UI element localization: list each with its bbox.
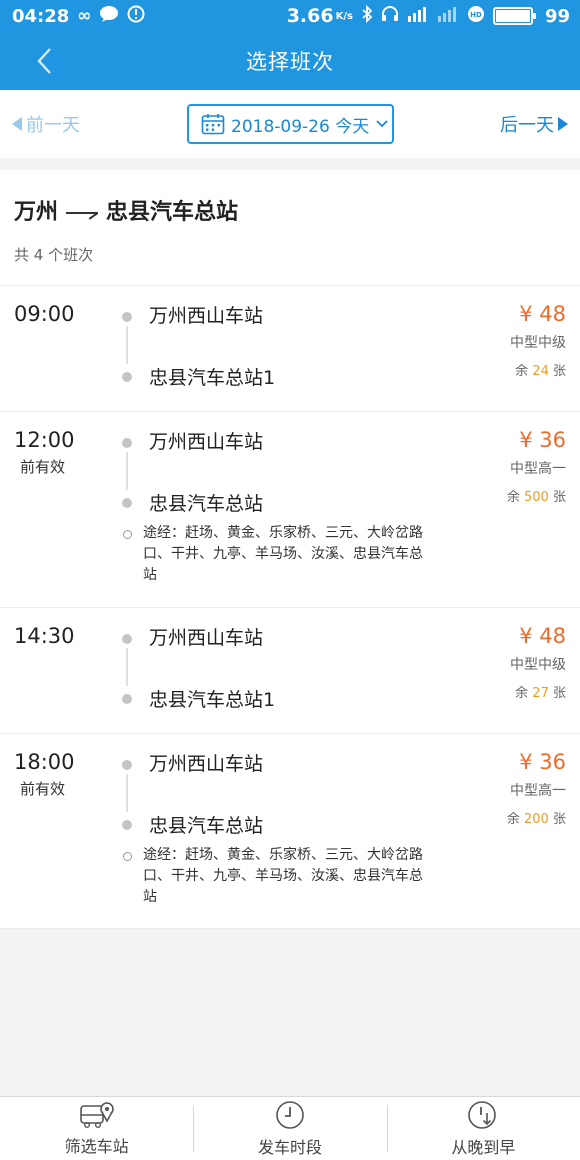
ticket-price: ¥ 36 (519, 428, 566, 452)
title-bar: 选择班次 (0, 32, 580, 90)
chat-bubble-icon (99, 5, 119, 28)
route-destination: 忠县汽车总站 (106, 200, 239, 225)
date-bar: 前一天 2018-09-26 今天 后一天 (0, 90, 580, 158)
route-line (126, 326, 128, 364)
via-dot-icon (123, 530, 132, 539)
back-button[interactable] (26, 38, 62, 84)
selected-date: 2018-09-26 今天 (231, 116, 370, 137)
signal-icon (407, 6, 429, 27)
seats-remaining: 余 500 张 (506, 490, 566, 505)
destination-station: 忠县汽车总站 (149, 815, 264, 837)
page-title: 选择班次 (246, 50, 334, 74)
seats-remaining: 余 24 张 (515, 364, 566, 379)
prev-day-button[interactable]: 前一天 (12, 111, 80, 137)
departure-period-button[interactable]: 发车时段 (193, 1097, 386, 1160)
triangle-right-icon (558, 117, 568, 131)
filter-station-label: 筛选车站 (64, 1136, 129, 1156)
signal-weak-icon (437, 6, 459, 27)
route-header: 万州 忠县汽车总站 共 4 个班次 (0, 170, 580, 286)
status-bar: 04:28 ∞ 3.66 K/s HD 99 (0, 0, 580, 32)
route-origin: 万州 (14, 200, 59, 225)
bus-type: 中型高一 (510, 783, 566, 799)
trip-item[interactable]: 18:00 前有效 万州西山车站 忠县汽车总站 ¥ 36 中型高一 余 200 … (0, 734, 580, 929)
via-dot-icon (123, 852, 132, 861)
bus-type: 中型中级 (510, 335, 566, 351)
ticket-price: ¥ 48 (519, 624, 566, 648)
departure-period-label: 发车时段 (257, 1137, 322, 1157)
ticket-price: ¥ 36 (519, 750, 566, 774)
battery-fill (495, 10, 530, 22)
network-speed: 3.66 (286, 5, 334, 27)
next-day-label: 后一天 (500, 115, 554, 136)
bluetooth-icon (361, 4, 373, 28)
sort-late-to-early-button[interactable]: 从晚到早 (386, 1097, 580, 1160)
destination-dot-icon (122, 820, 132, 830)
departure-time: 09:00 (14, 302, 75, 326)
trip-item[interactable]: 14:30 万州西山车站 忠县汽车总站1 ¥ 48 中型中级 余 27 张 (0, 608, 580, 734)
next-day-button[interactable]: 后一天 (500, 111, 568, 137)
hd-icon: HD (467, 5, 485, 28)
bus-type: 中型中级 (510, 657, 566, 673)
destination-dot-icon (122, 694, 132, 704)
origin-station: 万州西山车站 (149, 627, 264, 649)
route-line (126, 648, 128, 686)
destination-dot-icon (122, 498, 132, 508)
destination-station: 忠县汽车总站 (149, 493, 264, 515)
trip-item[interactable]: 09:00 万州西山车站 忠县汽车总站1 ¥ 48 中型中级 余 24 张 (0, 286, 580, 412)
route-line (126, 452, 128, 490)
clock-icon (276, 1100, 304, 1129)
headphones-icon (381, 5, 399, 28)
departure-time: 18:00 (14, 750, 75, 774)
trip-item[interactable]: 12:00 前有效 万州西山车站 忠县汽车总站 ¥ 36 中型高一 余 500 … (0, 412, 580, 608)
origin-station: 万州西山车站 (149, 753, 264, 775)
destination-dot-icon (122, 372, 132, 382)
sort-label: 从晚到早 (451, 1137, 516, 1157)
route-line (126, 774, 128, 812)
validity-note: 前有效 (20, 780, 66, 798)
calendar-icon (201, 114, 225, 135)
via-stops: 途经：赶场、黄金、乐家桥、三元、大岭岔路口、干井、九亭、羊马场、汝溪、忠县汽车总… (143, 847, 423, 905)
battery-icon (492, 7, 536, 25)
destination-station: 忠县汽车总站1 (149, 689, 276, 711)
trip-count: 共 4 个班次 (14, 246, 94, 264)
arrow-right-icon (66, 204, 99, 216)
origin-dot-icon (122, 312, 132, 322)
battery-level: 99 (544, 5, 570, 27)
seats-remaining: 余 27 张 (515, 686, 566, 701)
bus-filter-icon (79, 1101, 114, 1128)
top-bar: 04:28 ∞ 3.66 K/s HD 99 选择班次 (0, 0, 580, 90)
alert-icon (127, 5, 145, 28)
via-stops: 途经：赶场、黄金、乐家桥、三元、大岭岔路口、干井、九亭、羊马场、汝溪、忠县汽车总… (143, 525, 423, 583)
infinity-icon: ∞ (77, 6, 92, 26)
departure-time: 12:00 (14, 428, 75, 452)
status-time: 04:28 (12, 5, 70, 27)
origin-dot-icon (122, 760, 132, 770)
departure-time: 14:30 (14, 624, 75, 648)
origin-dot-icon (122, 438, 132, 448)
seats-remaining: 余 200 张 (506, 812, 566, 827)
origin-station: 万州西山车站 (149, 431, 264, 453)
prev-day-label: 前一天 (26, 115, 80, 136)
chevron-down-icon (376, 120, 388, 128)
network-speed-unit: K/s (335, 10, 353, 22)
route-title: 万州 忠县汽车总站 (14, 194, 566, 226)
destination-station: 忠县汽车总站1 (149, 367, 276, 389)
bottom-toolbar: 筛选车站 发车时段 从晚到早 (0, 1096, 580, 1160)
svg-text:HD: HD (470, 11, 482, 19)
triangle-left-icon (12, 117, 22, 131)
ticket-price: ¥ 48 (519, 302, 566, 326)
bus-type: 中型高一 (510, 461, 566, 477)
chevron-left-icon (37, 48, 51, 74)
date-picker[interactable]: 2018-09-26 今天 (187, 104, 394, 144)
filter-station-button[interactable]: 筛选车站 (0, 1097, 193, 1160)
origin-dot-icon (122, 634, 132, 644)
validity-note: 前有效 (20, 458, 66, 476)
origin-station: 万州西山车站 (149, 305, 264, 327)
clock-sort-down-icon (468, 1100, 497, 1129)
